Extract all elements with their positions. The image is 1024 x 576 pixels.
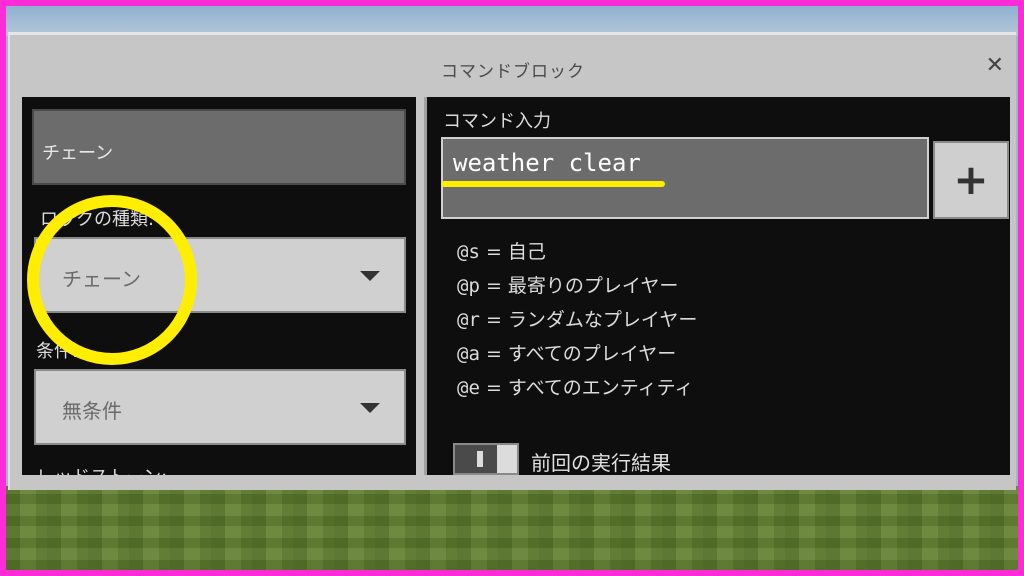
toggle-off-icon [477, 451, 483, 467]
chevron-down-icon [360, 403, 380, 413]
command-input[interactable]: weather clear [441, 137, 929, 219]
help-row: @a = すべてのプレイヤー [457, 343, 677, 365]
redstone-label: レッドストーン: [36, 463, 167, 475]
previous-output-toggle[interactable] [453, 443, 519, 475]
grass-background [6, 486, 1018, 570]
help-row: @p = 最寄りのプレイヤー [457, 275, 679, 297]
dialog-title: コマンドブロック [441, 62, 585, 82]
condition-dropdown[interactable]: 無条件 [34, 369, 406, 445]
block-type-label: ロックの種類: [40, 209, 155, 230]
add-command-button[interactable]: + [933, 141, 1009, 219]
command-block-dialog: コマンドブロック ✕ チェーン ロックの種類: チェーン 条件: 無条件 レッド… [8, 32, 1016, 490]
chevron-down-icon [360, 271, 380, 281]
condition-value: 無条件 [62, 399, 122, 423]
game-screen: コマンドブロック ✕ チェーン ロックの種類: チェーン 条件: 無条件 レッド… [6, 6, 1018, 570]
block-name-field[interactable]: チェーン [32, 109, 406, 185]
previous-output-label: 前回の実行結果 [531, 451, 671, 475]
close-icon[interactable]: ✕ [986, 55, 1004, 77]
highlight-underline [441, 181, 665, 187]
block-type-dropdown[interactable]: チェーン [34, 237, 406, 313]
help-row: @e = すべてのエンティティ [457, 377, 694, 399]
settings-panel: チェーン ロックの種類: チェーン 条件: 無条件 レッドストーン: [22, 97, 416, 475]
help-row: @r = ランダムなプレイヤー [457, 309, 698, 331]
command-panel: コマンド入力 weather clear + @s = 自己 @p = 最寄りの… [424, 97, 1010, 475]
block-type-value: チェーン [62, 267, 141, 291]
selector-help-list: @s = 自己 @p = 最寄りのプレイヤー @r = ランダムなプレイヤー @… [457, 235, 697, 405]
help-row: @s = 自己 [457, 241, 546, 263]
toggle-knob [497, 445, 517, 473]
condition-label: 条件: [36, 341, 79, 362]
plus-icon: + [953, 155, 989, 204]
command-input-label: コマンド入力 [443, 111, 551, 132]
